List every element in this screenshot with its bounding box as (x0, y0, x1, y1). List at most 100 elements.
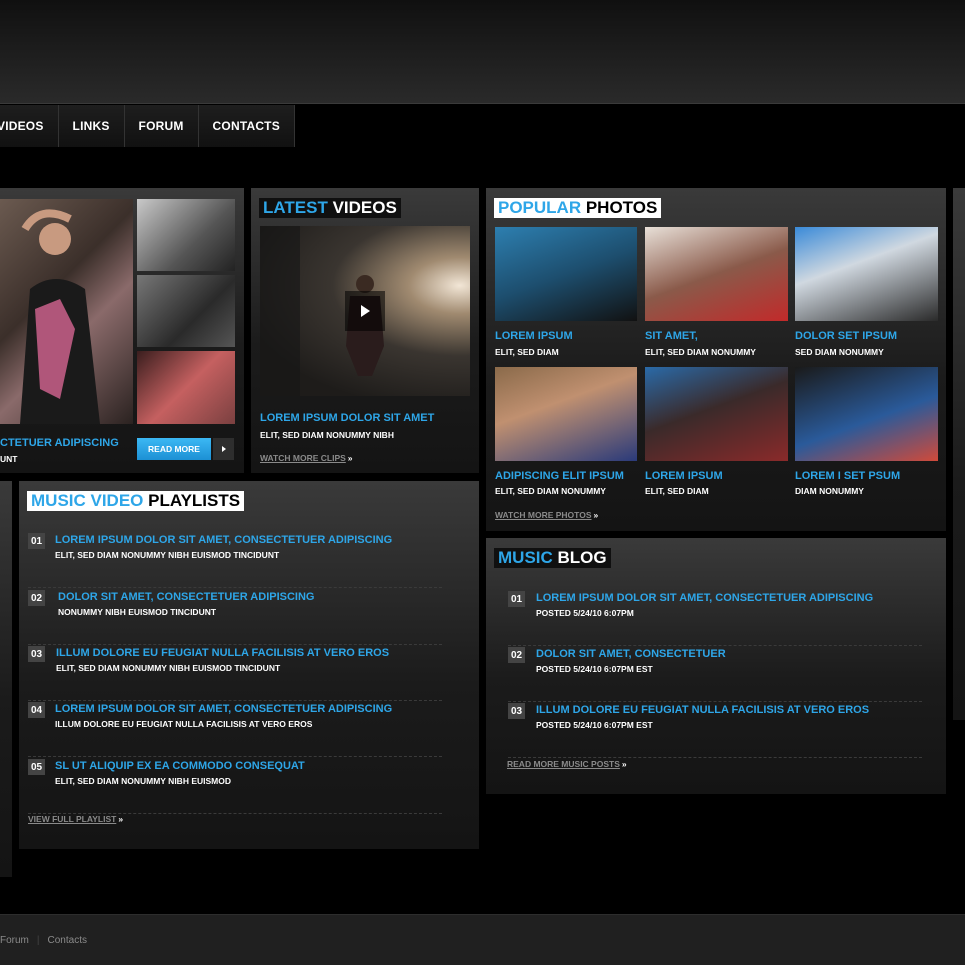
blog-number: 01 (508, 591, 525, 607)
read-more-arrow-button[interactable] (213, 438, 234, 460)
featured-title[interactable]: CTETUER ADIPISCING (0, 437, 119, 449)
photo-title-2[interactable]: SIT AMET, (645, 330, 698, 342)
heading-accent: MUSIC VIDEO (31, 491, 144, 510)
blog-date: POSTED 5/24/10 6:07PM EST (536, 720, 653, 730)
blog-date: POSTED 5/24/10 6:07PM EST (536, 664, 653, 674)
main-nav: VIDEOS LINKS FORUM CONTACTS (0, 105, 295, 147)
view-full-playlist-link[interactable]: VIEW FULL PLAYLIST» (28, 814, 123, 824)
photo-title-1[interactable]: LOREM IPSUM (495, 330, 573, 342)
playlist-item[interactable]: 05 SL UT ALIQUIP EX EA COMMODO CONSEQUAT… (28, 758, 442, 814)
playlist-title[interactable]: SL UT ALIQUIP EX EA COMMODO CONSEQUAT (55, 760, 305, 772)
blog-item[interactable]: 02 DOLOR SIT AMET, CONSECTETUER POSTED 5… (508, 646, 922, 702)
nav-label: VIDEOS (0, 119, 44, 133)
featured-thumb-1[interactable] (137, 199, 235, 271)
heading-accent: MUSIC (498, 548, 553, 567)
footer-separator: | (36, 934, 40, 946)
nav-item-forum[interactable]: FORUM (124, 105, 199, 147)
blog-item[interactable]: 01 LOREM IPSUM DOLOR SIT AMET, CONSECTET… (508, 590, 922, 646)
nav-item-contacts[interactable]: CONTACTS (198, 105, 295, 147)
playlist-title[interactable]: ILLUM DOLORE EU FEUGIAT NULLA FACILISIS … (56, 647, 389, 659)
featured-thumb-3[interactable] (137, 351, 235, 424)
playlist-title[interactable]: LOREM IPSUM DOLOR SIT AMET, CONSECTETUER… (55, 703, 392, 715)
photo-thumb-2[interactable] (645, 227, 788, 321)
playlists-heading: MUSIC VIDEO PLAYLISTS (27, 491, 245, 511)
playlist-subtitle: NONUMMY NIBH EUISMOD TINCIDUNT (58, 607, 217, 617)
link-label: WATCH MORE PHOTOS (495, 510, 592, 520)
footer-link-forum[interactable]: Forum (0, 935, 29, 946)
heading-accent: LATEST (263, 198, 328, 217)
playlist-number: 02 (28, 590, 45, 606)
link-label: READ MORE MUSIC POSTS (507, 759, 620, 769)
heading-rest: BLOG (552, 548, 607, 567)
read-more-music-posts-link[interactable]: READ MORE MUSIC POSTS» (507, 759, 627, 769)
heading-rest: VIDEOS (327, 198, 397, 217)
header-bar (0, 0, 965, 104)
read-more-label: READ MORE (148, 444, 200, 454)
blog-number: 03 (508, 703, 525, 719)
featured-main-photo[interactable] (0, 199, 133, 424)
photo-subtitle-4: ELIT, SED DIAM NONUMMY (495, 486, 606, 496)
music-blog-heading: MUSIC BLOG (494, 548, 611, 568)
left-edge-panel (0, 481, 12, 877)
playlist-item[interactable]: 02 DOLOR SIT AMET, CONSECTETUER ADIPISCI… (28, 589, 442, 645)
video-player-thumbnail[interactable] (260, 226, 470, 396)
playlist-item[interactable]: 03 ILLUM DOLORE EU FEUGIAT NULLA FACILIS… (28, 645, 442, 701)
popular-photos-heading: POPULAR PHOTOS (494, 198, 662, 218)
double-arrow-icon: » (593, 510, 599, 520)
featured-subtitle: UNT (0, 454, 18, 464)
read-more-button[interactable]: READ MORE (137, 438, 211, 460)
blog-item[interactable]: 03 ILLUM DOLORE EU FEUGIAT NULLA FACILIS… (508, 702, 922, 758)
blog-date: POSTED 5/24/10 6:07PM (536, 608, 634, 618)
playlist-subtitle: ELIT, SED DIAM NONUMMY NIBH EUISMOD TINC… (55, 550, 280, 560)
playlist-number: 01 (28, 533, 45, 549)
double-arrow-icon: » (347, 453, 353, 463)
nav-label: LINKS (72, 119, 110, 133)
double-arrow-icon: » (621, 759, 627, 769)
double-arrow-icon: » (118, 814, 124, 824)
photo-thumb-5[interactable] (645, 367, 788, 461)
nav-item-videos[interactable]: VIDEOS (0, 105, 59, 147)
nav-label: FORUM (138, 119, 184, 133)
featured-panel: CTETUER ADIPISCING UNT (0, 188, 244, 473)
playlist-item[interactable]: 01 LOREM IPSUM DOLOR SIT AMET, CONSECTET… (28, 532, 442, 588)
watch-more-clips-link[interactable]: WATCH MORE CLIPS» (260, 453, 353, 463)
blog-title[interactable]: ILLUM DOLORE EU FEUGIAT NULLA FACILISIS … (536, 704, 869, 716)
photo-subtitle-1: ELIT, SED DIAM (495, 347, 559, 357)
photo-subtitle-3: SED DIAM NONUMMY (795, 347, 884, 357)
playlist-item[interactable]: 04 LOREM IPSUM DOLOR SIT AMET, CONSECTET… (28, 701, 442, 757)
footer: Forum | Contacts (0, 914, 965, 965)
playlist-title[interactable]: DOLOR SIT AMET, CONSECTETUER ADIPISCING (58, 591, 314, 603)
photo-subtitle-5: ELIT, SED DIAM (645, 486, 709, 496)
photo-subtitle-2: ELIT, SED DIAM NONUMMY (645, 347, 756, 357)
playlist-subtitle: ILLUM DOLORE EU FEUGIAT NULLA FACILISIS … (55, 719, 313, 729)
blog-title[interactable]: DOLOR SIT AMET, CONSECTETUER (536, 648, 726, 660)
photo-title-3[interactable]: DOLOR SET IPSUM (795, 330, 897, 342)
footer-link-contacts[interactable]: Contacts (48, 935, 87, 946)
latest-videos-panel: LATEST VIDEOS LOREM IPSUM DOLOR SIT AMET… (251, 188, 479, 473)
watch-more-photos-link[interactable]: WATCH MORE PHOTOS» (495, 510, 598, 520)
person-figure-icon (20, 209, 100, 424)
photo-subtitle-6: DIAM NONUMMY (795, 486, 864, 496)
heading-accent: POPULAR (498, 198, 582, 217)
photo-title-5[interactable]: LOREM IPSUM (645, 470, 723, 482)
photo-title-6[interactable]: LOREM I SET PSUM (795, 470, 900, 482)
playlist-number: 03 (28, 646, 45, 662)
right-edge-panel (953, 188, 965, 720)
featured-thumb-2[interactable] (137, 275, 235, 347)
playlist-title[interactable]: LOREM IPSUM DOLOR SIT AMET, CONSECTETUER… (55, 534, 392, 546)
photo-thumb-3[interactable] (795, 227, 938, 321)
nav-item-links[interactable]: LINKS (58, 105, 125, 147)
play-icon (361, 305, 370, 317)
photo-title-4[interactable]: ADIPISCING ELIT IPSUM (495, 470, 624, 482)
photo-thumb-1[interactable] (495, 227, 637, 321)
blog-number: 02 (508, 647, 525, 663)
photo-thumb-4[interactable] (495, 367, 637, 461)
link-label: WATCH MORE CLIPS (260, 453, 346, 463)
arrow-right-icon (221, 446, 226, 452)
playlist-number: 04 (28, 702, 45, 718)
blog-title[interactable]: LOREM IPSUM DOLOR SIT AMET, CONSECTETUER… (536, 592, 873, 604)
photo-thumb-6[interactable] (795, 367, 938, 461)
popular-photos-panel: POPULAR PHOTOS LOREM IPSUM ELIT, SED DIA… (486, 188, 946, 531)
play-button[interactable] (345, 291, 385, 331)
video-title[interactable]: LOREM IPSUM DOLOR SIT AMET (260, 412, 434, 424)
